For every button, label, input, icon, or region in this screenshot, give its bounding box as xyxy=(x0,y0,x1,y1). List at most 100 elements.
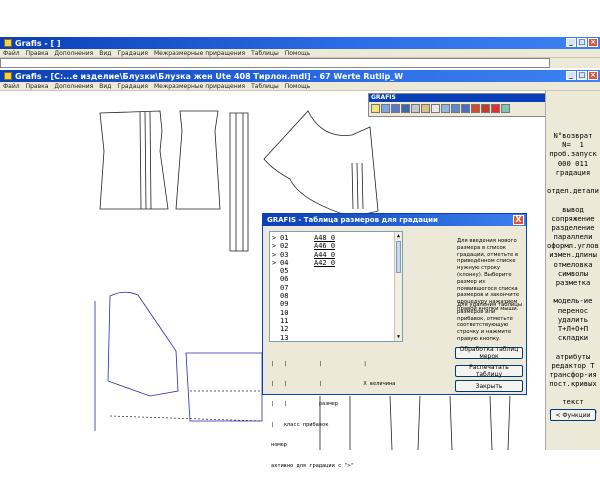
menu-item[interactable]: Помощь xyxy=(285,83,311,90)
function-item[interactable]: отдел.детали xyxy=(546,186,600,195)
size-row[interactable]: 05 xyxy=(272,267,402,275)
size-row[interactable]: 07 xyxy=(272,284,402,292)
maximize-icon[interactable]: □ xyxy=(577,38,587,47)
toolbar-tool-icon[interactable] xyxy=(431,104,440,113)
function-item[interactable]: проб.запуск xyxy=(546,149,600,158)
function-item[interactable]: 000 011 xyxy=(546,159,600,168)
toolbar-title: GRAFIS xyxy=(369,94,547,102)
toolbar-tool-icon[interactable] xyxy=(481,104,490,113)
size-row[interactable]: >03 А44_0 xyxy=(272,251,402,259)
function-item[interactable]: градация xyxy=(546,168,600,177)
menu-item[interactable]: Межразмерные приращения xyxy=(154,83,245,90)
size-label: А46_0 xyxy=(314,242,336,251)
toolbar-tool-icon[interactable] xyxy=(471,104,480,113)
function-item[interactable]: сопряжение xyxy=(546,214,600,223)
menu-item[interactable]: Межразмерные приращения xyxy=(154,50,245,57)
toolbar-tool-icon[interactable] xyxy=(411,104,420,113)
toolbar-tool-icon[interactable] xyxy=(501,104,510,113)
menu-item[interactable]: Правка xyxy=(26,83,49,90)
size-number: 04 xyxy=(280,258,289,267)
size-list-scrollbar[interactable]: ▲ ▼ xyxy=(394,232,402,341)
menu-item[interactable]: Вид xyxy=(99,83,111,90)
toolbar-tool-icon[interactable] xyxy=(441,104,450,113)
pattern-piece-side[interactable] xyxy=(175,110,221,210)
scroll-down-icon[interactable]: ▼ xyxy=(395,333,402,341)
toolbar-tool-icon[interactable] xyxy=(371,104,380,113)
inner-title-bar: Grafis - [C:...е изделие\Блузки\Блузка ж… xyxy=(0,70,600,82)
menu-item[interactable]: Дополнения xyxy=(54,83,93,90)
menu-item[interactable]: Вид xyxy=(99,50,111,57)
dialog-close-icon[interactable]: X xyxy=(513,215,524,225)
function-item[interactable]: пост.кривых xyxy=(546,379,600,388)
function-item[interactable]: перенос xyxy=(546,306,600,315)
menu-item[interactable]: Помощь xyxy=(285,50,311,57)
function-item[interactable]: атрибуты xyxy=(546,352,600,361)
menu-item[interactable]: Файл xyxy=(3,50,20,57)
legend-line: | | | Х величина xyxy=(271,380,396,387)
function-item[interactable]: N= 1 xyxy=(546,140,600,149)
function-item[interactable]: параллели xyxy=(546,232,600,241)
size-row[interactable]: 08 xyxy=(272,292,402,300)
toolbar-tool-icon[interactable] xyxy=(381,104,390,113)
function-item xyxy=(546,342,600,351)
inner-close-icon[interactable]: × xyxy=(588,71,598,80)
function-item[interactable]: разделение xyxy=(546,223,600,232)
function-item[interactable]: вывод xyxy=(546,205,600,214)
menu-item[interactable]: Правка xyxy=(26,50,49,57)
function-item[interactable]: трансфор-ия xyxy=(546,370,600,379)
toolbar-tool-icon[interactable] xyxy=(401,104,410,113)
menu-item[interactable]: Градация xyxy=(117,83,148,90)
function-item[interactable]: текст xyxy=(546,397,600,406)
size-row[interactable]: 11 xyxy=(272,317,402,325)
toolbar-tool-icon[interactable] xyxy=(491,104,500,113)
size-row[interactable]: 13 xyxy=(272,334,402,341)
menu-item[interactable]: Градация xyxy=(117,50,148,57)
size-row[interactable]: 06 xyxy=(272,275,402,283)
inner-minimize-icon[interactable]: _ xyxy=(566,71,576,80)
function-item[interactable]: отмеловка xyxy=(546,260,600,269)
size-number: 03 xyxy=(280,250,289,259)
function-item[interactable]: Т+Л+О+П xyxy=(546,324,600,333)
size-row[interactable]: 10 xyxy=(272,309,402,317)
toolbar-tool-icon[interactable] xyxy=(421,104,430,113)
function-item[interactable]: складки xyxy=(546,333,600,342)
size-row[interactable]: >04 А42_0 xyxy=(272,259,402,267)
toolbar-tool-icon[interactable] xyxy=(451,104,460,113)
size-row[interactable]: >01 А48_0 xyxy=(272,234,402,242)
function-item[interactable]: символы xyxy=(546,269,600,278)
size-number: 01 xyxy=(280,234,289,242)
process-table-button[interactable]: Обработка таблиц мерок xyxy=(455,346,523,360)
function-item[interactable]: измен.длины xyxy=(546,250,600,259)
menu-item[interactable]: Таблицы xyxy=(251,83,279,90)
function-item[interactable]: удалить xyxy=(546,315,600,324)
function-item[interactable]: оформл.углов xyxy=(546,241,600,250)
scroll-up-icon[interactable]: ▲ xyxy=(395,232,402,240)
menu-item[interactable]: Таблицы xyxy=(251,50,279,57)
pattern-piece-lower[interactable] xyxy=(185,352,263,422)
function-item xyxy=(546,177,600,186)
info-delete-size: Для удаления таблицы размеров или прибав… xyxy=(457,302,523,342)
function-item[interactable]: N°возврат xyxy=(546,131,600,140)
toolbar-tool-icon[interactable] xyxy=(391,104,400,113)
minimize-icon[interactable]: _ xyxy=(566,38,576,47)
print-table-button[interactable]: Распечатать таблицу xyxy=(455,364,523,378)
inner-maximize-icon[interactable]: □ xyxy=(577,71,587,80)
scroll-thumb[interactable] xyxy=(396,241,401,273)
close-icon[interactable]: × xyxy=(588,38,598,47)
pattern-piece-back[interactable] xyxy=(99,110,169,210)
pattern-piece-sleeve[interactable] xyxy=(263,110,379,218)
menu-item[interactable]: Дополнения xyxy=(54,50,93,57)
size-row[interactable]: >02 А46_0 xyxy=(272,242,402,250)
toolbar-tool-icon[interactable] xyxy=(461,104,470,113)
functions-button[interactable]: < Функции xyxy=(550,409,596,421)
function-item[interactable]: редактор Т xyxy=(546,361,600,370)
function-item[interactable]: разметка xyxy=(546,278,600,287)
size-list[interactable]: >01 А48_0 >02 А46_0 >03 А44_0 >04 А42_0 05 06 07 08… xyxy=(269,231,403,342)
function-item[interactable]: модель-ие xyxy=(546,296,600,305)
size-row[interactable]: 12 xyxy=(272,325,402,333)
menu-item[interactable]: Файл xyxy=(3,83,20,90)
pattern-piece-front[interactable] xyxy=(107,291,179,397)
size-row[interactable]: 09 xyxy=(272,300,402,308)
pattern-piece-placket[interactable] xyxy=(229,112,249,252)
close-button[interactable]: Закрыть xyxy=(455,380,523,392)
